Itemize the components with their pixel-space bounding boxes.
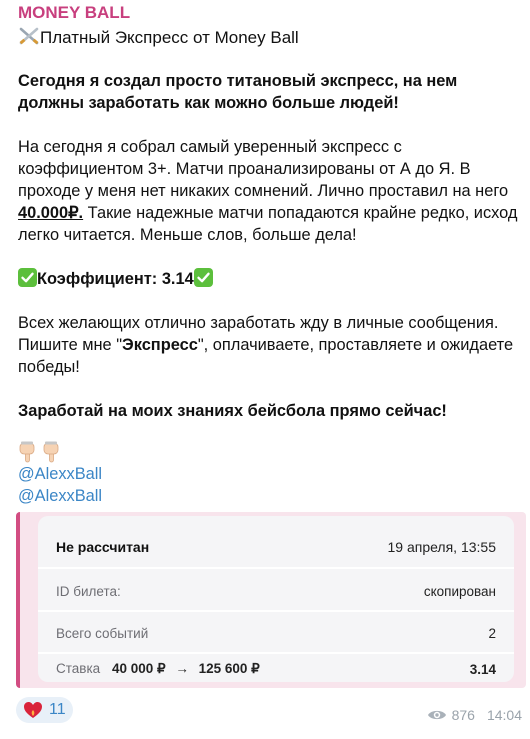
reaction-count: 11 — [49, 701, 66, 718]
message-meta: 876 14:04 — [427, 707, 522, 723]
reaction-heart-button[interactable]: 11 — [16, 697, 73, 723]
preview-accent-bar — [16, 512, 20, 688]
ticket-id-row: ID билета: скопирован — [56, 576, 496, 606]
events-value: 2 — [488, 625, 496, 641]
username-link[interactable]: @AlexxBall — [18, 465, 102, 484]
bet-date: 19 апреля, 13:55 — [387, 539, 497, 555]
bet-status: Не рассчитан — [56, 539, 150, 555]
stake-row: Ставка 40 000 ₽ → 125 600 ₽ 3.14 — [56, 654, 496, 684]
bet-slip-header: Не рассчитан 19 апреля, 13:55 — [56, 532, 496, 562]
username-link[interactable]: @AlexxBall — [18, 487, 102, 506]
message-title: Платный Экспресс от Money Ball — [18, 26, 299, 49]
ticket-id-label: ID билета: — [56, 583, 121, 599]
message-bubble: MONEY BALL Платный Экспресс от Money Bal… — [0, 0, 530, 739]
stake-label: Ставка — [56, 661, 101, 676]
arrow-right-icon: → — [175, 661, 189, 676]
stake-details: Ставка 40 000 ₽ → 125 600 ₽ — [56, 661, 260, 677]
pointing-down-icon — [43, 441, 59, 463]
view-count: 876 — [451, 707, 475, 723]
stake-amount-text: 40.000₽. — [18, 204, 84, 222]
bet-slip-preview[interactable]: Не рассчитан 19 апреля, 13:55 ID билета:… — [16, 512, 526, 688]
pointing-down-icon — [19, 441, 35, 463]
coefficient-text: Коэффициент: 3.14 — [37, 270, 194, 288]
lead-text: Сегодня я создал просто титановый экспре… — [18, 72, 458, 112]
payout-value: 125 600 ₽ — [198, 661, 260, 676]
call-to-action: Заработай на моих знаниях бейсбола прямо… — [18, 402, 447, 420]
body-text: На сегодня я собрал самый уверенный эксп… — [18, 136, 523, 246]
body-text-end: Такие надежные матчи попадаются крайне р… — [18, 204, 518, 244]
eye-icon — [427, 710, 446, 720]
ticket-id-value[interactable]: скопирован — [424, 584, 496, 599]
sender-name[interactable]: MONEY BALL — [18, 3, 130, 23]
check-mark-icon — [193, 268, 213, 287]
invite-text: Всех желающих отлично заработать жду в л… — [18, 312, 523, 378]
total-coefficient: 3.14 — [469, 661, 496, 677]
check-mark-icon — [18, 268, 37, 287]
title-text: Платный Экспресс от Money Ball — [40, 28, 299, 47]
crossed-swords-icon — [19, 27, 39, 45]
events-label: Всего событий — [56, 625, 149, 641]
invite-keyword: Экспресс — [122, 336, 198, 354]
bet-slip-card: Не рассчитан 19 апреля, 13:55 ID билета:… — [38, 516, 514, 682]
body-text-start: На сегодня я собрал самый уверенный эксп… — [18, 138, 509, 200]
coefficient-line: Коэффициент: 3.14 — [18, 268, 523, 290]
heart-on-fire-icon — [24, 702, 42, 718]
events-row: Всего событий 2 — [56, 618, 496, 648]
message-time: 14:04 — [486, 707, 522, 723]
divider — [38, 567, 514, 569]
divider — [38, 610, 514, 612]
stake-value: 40 000 ₽ — [111, 661, 166, 676]
